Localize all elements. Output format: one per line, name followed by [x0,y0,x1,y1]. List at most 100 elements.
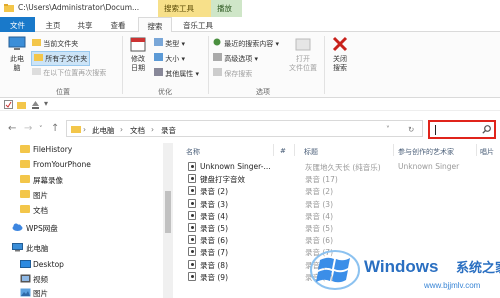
quick-access-toolbar: ▾ [0,98,500,111]
column-header-artist[interactable]: 参与创作的艺术家 [398,143,454,157]
file-row[interactable]: 键盘打字音效 录音 (17) [178,173,500,185]
new-folder-icon[interactable] [17,100,26,109]
refresh-icon[interactable]: ↻ [408,125,414,134]
nav-item-fromyourphone[interactable]: FromYourPhone [0,158,165,172]
divider [208,36,209,94]
file-title: 灰匯地久天长 (纯音乐) [305,163,381,172]
column-header-name[interactable]: 名称 [186,143,200,157]
audio-file-icon [188,162,196,171]
tab-file[interactable]: 文件 [0,17,35,32]
windows-logo-icon [310,250,360,290]
pictures-icon [20,288,31,297]
computer-icon [12,243,23,252]
column-header-number[interactable]: # [280,143,286,157]
kind-button[interactable]: 类型 ▾ [154,38,185,49]
scrollbar-thumb[interactable] [165,191,171,233]
nav-item-label: FromYourPhone [33,160,91,169]
audio-file-icon [188,247,196,257]
nav-item-documents[interactable]: 文档 [0,203,165,217]
file-title: 录音 (5) [305,224,334,233]
file-row[interactable]: Unknown Singer-... Unknown Singer 灰匯地久天长 (… [178,161,500,173]
pin-icon[interactable] [31,101,40,109]
context-tab-search-tools: 搜索工具 [158,0,211,17]
folder-icon [71,126,81,133]
search-icon[interactable] [482,125,491,134]
breadcrumb-separator-icon[interactable]: › [151,125,154,134]
nav-item-pictures-pc[interactable]: 图片 [0,286,165,298]
open-file-location-label: 打开 文件位置 [289,55,317,72]
breadcrumb-this-pc[interactable]: 此电脑 [92,125,115,136]
tab-search[interactable]: 搜索 [138,17,172,33]
nav-item-pictures[interactable]: 图片 [0,188,165,202]
folders-icon [34,54,43,61]
search-again-button[interactable]: 在以下位置再次搜索 [32,67,106,78]
watermark-url: www.bjjmlv.com [424,281,481,290]
file-name: 录音 (2) [200,187,229,197]
all-subfolders-button[interactable]: 所有子文件夹 [31,51,91,66]
advanced-options-icon [213,53,222,61]
folder-icon [20,190,30,198]
ribbon-tabs: 文件 主页 共享 查看 搜索 音乐工具 [0,17,500,33]
tab-share[interactable]: 共享 [70,17,100,32]
column-header-title[interactable]: 标题 [304,143,318,157]
breadcrumb-documents[interactable]: 文档 [130,125,145,136]
folder-icon [20,160,30,168]
other-properties-label: 其他属性 [165,70,194,78]
this-pc-button[interactable]: 此电 脑 [4,36,30,73]
file-row[interactable]: 录音 (5) 录音 (5) [178,222,500,234]
tab-view[interactable]: 查看 [103,17,133,32]
recent-locations-icon[interactable]: ˅ [39,125,43,133]
back-arrow-icon[interactable]: ← [8,123,16,134]
desktop-icon [20,260,31,268]
up-arrow-icon[interactable]: ↑ [51,123,59,134]
nav-item-videos[interactable]: 视频 [0,272,165,286]
column-divider[interactable] [393,144,394,156]
dropdown-icon[interactable]: ˅ [386,125,390,134]
search-box[interactable] [428,120,496,139]
column-divider[interactable] [294,144,295,156]
file-name: 录音 (3) [200,199,229,209]
file-name: 录音 (7) [200,248,229,258]
close-search-button[interactable]: 关闭 搜索 [328,36,352,73]
properties-icon[interactable] [4,100,13,109]
current-folder-button[interactable]: 当前文件夹 [32,38,78,49]
column-divider[interactable] [476,144,477,156]
advanced-options-label: 高级选项 [224,55,253,63]
customize-toolbar-icon[interactable]: ▾ [44,99,48,108]
divider [122,36,123,94]
properties-icon [154,68,163,76]
breadcrumb-separator-icon[interactable]: › [83,125,86,134]
breadcrumb-separator-icon[interactable]: › [120,125,123,134]
file-row[interactable]: 录音 (4) 录音 (4) [178,210,500,222]
audio-file-icon [188,186,196,196]
column-header-album[interactable]: 唱片 [480,143,494,157]
tab-music-tools[interactable]: 音乐工具 [176,17,220,32]
save-search-button[interactable]: 保存搜索 [213,68,252,79]
group-options-label: 选项 [256,88,270,96]
other-properties-button[interactable]: 其他属性 ▾ [154,68,199,79]
context-tab-play: 播放 [211,0,242,17]
nav-item-filehistory[interactable]: FileHistory [0,143,165,157]
file-name: 键盘打字音效 [200,175,245,185]
nav-item-desktop[interactable]: Desktop [0,258,165,272]
nav-item-wps-cloud[interactable]: WPS网盘 [0,221,165,235]
date-modified-button[interactable]: 修改 日期 [127,36,149,73]
tab-home[interactable]: 主页 [38,17,68,32]
size-button[interactable]: 大小 ▾ [154,53,185,64]
nav-item-screen-recordings[interactable]: 屏幕录像 [0,173,165,187]
column-divider[interactable] [273,144,274,156]
breadcrumb-recordings[interactable]: 录音 [161,125,176,136]
file-row[interactable]: 录音 (3) 录音 (3) [178,198,500,210]
open-file-location-button[interactable]: 打开 文件位置 [287,36,319,73]
forward-arrow-icon[interactable]: → [24,123,32,134]
nav-item-label: 视频 [33,275,48,284]
open-folder-icon [295,38,311,51]
audio-file-icon [188,259,196,269]
navigation-scrollbar[interactable] [163,143,173,298]
recent-searches-button[interactable]: 最近的搜索内容 ▾ [213,38,279,49]
advanced-options-button[interactable]: 高级选项 ▾ [213,53,258,64]
file-row[interactable]: 录音 (2) 录音 (2) [178,185,500,197]
nav-item-label: FileHistory [33,145,73,154]
nav-item-this-pc[interactable]: 此电脑 [0,241,165,255]
address-bar[interactable]: › 此电脑 › 文档 › 录音 ˅ ↻ [66,120,423,137]
